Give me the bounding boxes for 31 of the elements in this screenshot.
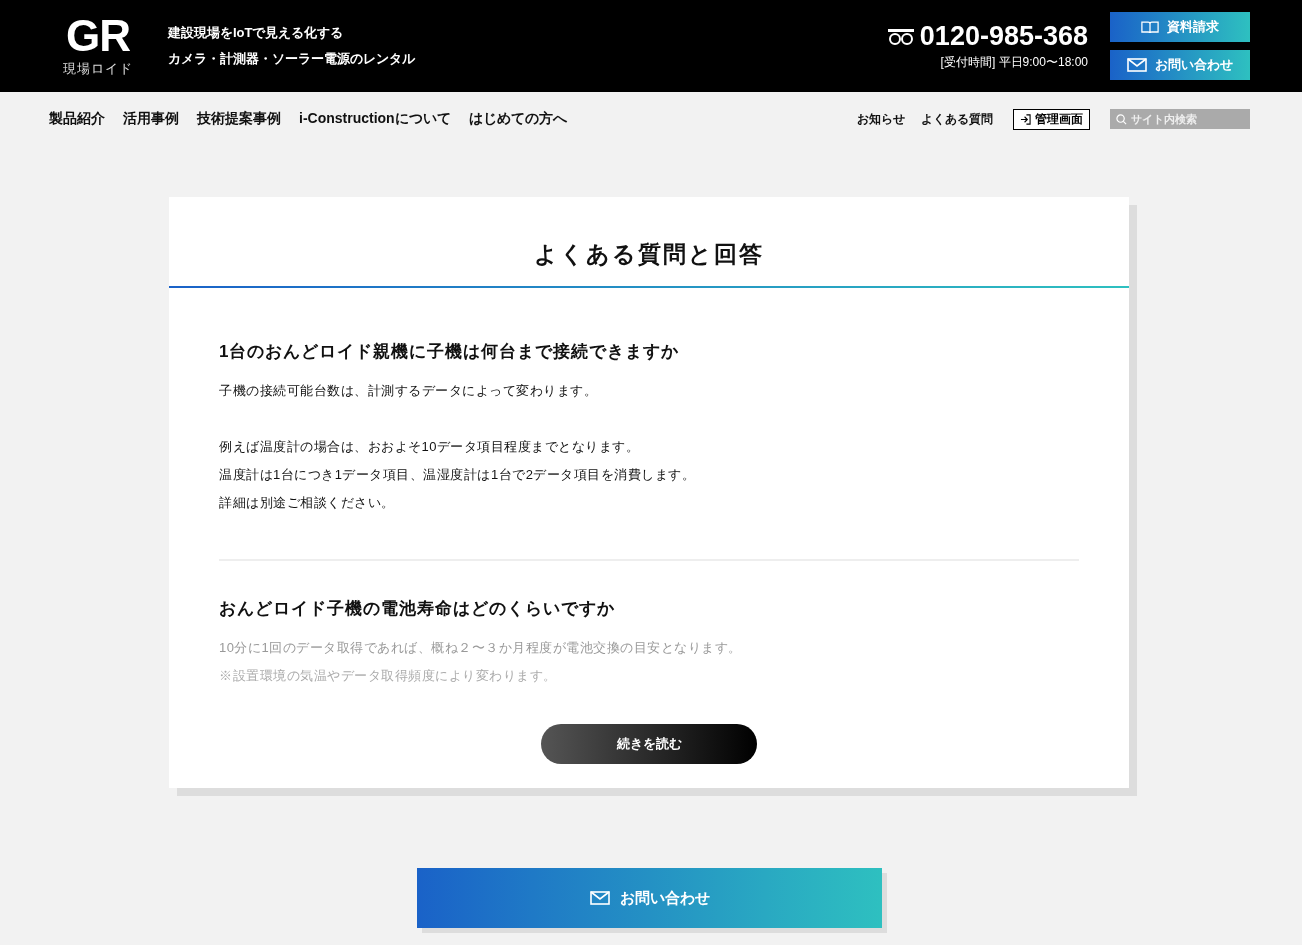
phone-number[interactable]: 0120-985-368 [919, 21, 1088, 52]
read-more-button[interactable]: 続きを読む [541, 724, 757, 764]
book-icon [1141, 20, 1159, 34]
mail-icon [1127, 58, 1147, 72]
nav-link[interactable]: はじめての方へ [468, 110, 567, 128]
nav-link[interactable]: 活用事例 [123, 110, 179, 128]
free-dial-icon [887, 28, 914, 45]
nav-link[interactable]: 技術提案事例 [197, 110, 281, 128]
nav-link[interactable]: i-Constructionについて [299, 110, 451, 128]
nav-link[interactable]: お知らせ [857, 110, 905, 128]
login-icon [1020, 113, 1031, 125]
business-hours: [受付時間] 平日9:00〜18:00 [940, 54, 1088, 71]
nav-link[interactable]: 製品紹介 [49, 110, 105, 128]
tagline: 建設現場をIoTで見える化する [168, 24, 345, 42]
faq-answer: 詳細は別途ご相談ください。 [219, 494, 396, 512]
mail-icon [589, 891, 610, 905]
faq-question: おんどロイド子機の電池寿命はどのくらいですか [219, 598, 616, 620]
section-title: よくある質問と回答 [533, 240, 765, 269]
search-field[interactable]: サイト内検索 [1110, 109, 1250, 129]
admin-button[interactable]: 管理画面 [1013, 108, 1090, 130]
tagline: カメラ・計測器・ソーラー電源のレンタル [168, 50, 415, 68]
faq-answer: 温度計は1台につき1データ項目、温湿度計は1台で2データ項目を消費します。 [219, 466, 697, 484]
search-icon [1116, 114, 1127, 125]
faq-question: 1台のおんどロイド親機に子機は何台まで接続できますか [219, 341, 681, 363]
logo-subtitle: 現場ロイド [63, 60, 133, 78]
nav-link[interactable]: よくある質問 [921, 110, 993, 128]
faq-answer: ※設置環境の気温やデータ取得頻度により変わります。 [219, 667, 558, 685]
faq-answer: 例えば温度計の場合は、おおよそ10データ項目程度までとなります。 [219, 438, 641, 456]
faq-answer: 10分に1回のデータ取得であれば、概ね２〜３か月程度が電池交換の目安となります。 [219, 639, 743, 657]
faq-answer: 子機の接続可能台数は、計測するデータによって変わります。 [219, 382, 598, 400]
logo-mark[interactable]: GR [66, 14, 130, 58]
